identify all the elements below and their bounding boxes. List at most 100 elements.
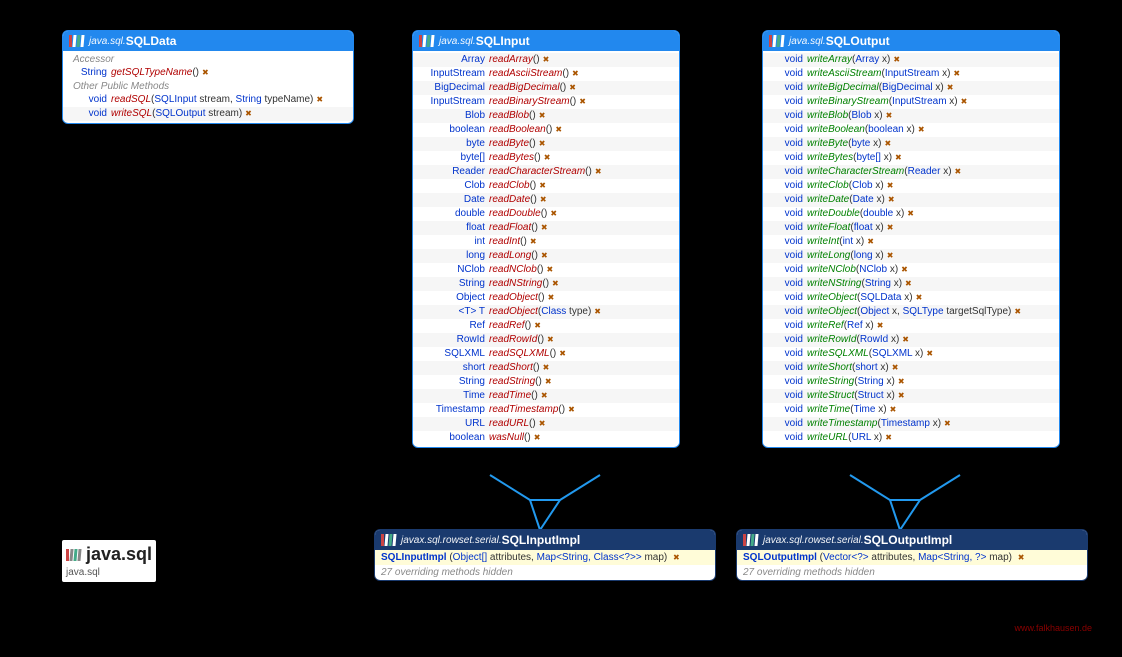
method-row: voidwriteBlob (Blob x)✖ xyxy=(763,109,1059,123)
method-name: readBigDecimal xyxy=(489,82,560,94)
method-params: () xyxy=(542,278,549,290)
method-params: () xyxy=(570,96,577,108)
throws-icon: ✖ xyxy=(539,181,546,191)
throws-icon: ✖ xyxy=(543,55,550,65)
method-params: () xyxy=(535,376,542,388)
hidden-methods-note: 27 overriding methods hidden xyxy=(375,565,715,580)
method-name: wasNull xyxy=(489,432,524,444)
method-params: (String x) xyxy=(861,278,902,290)
method-row: StringreadNString ()✖ xyxy=(413,277,679,291)
return-type: RowId xyxy=(417,334,489,346)
class-box-sqldata: java.sql. SQLData Accessor String getSQL… xyxy=(62,30,354,124)
return-type: byte[] xyxy=(417,152,489,164)
method-row: voidwriteLong (long x)✖ xyxy=(763,249,1059,263)
method-params: (SQLOutput stream) xyxy=(152,108,242,120)
method-name: readBoolean xyxy=(489,124,546,136)
method-params: (Timestamp x) xyxy=(877,418,941,430)
method-row: InputStreamreadBinaryStream ()✖ xyxy=(413,95,679,109)
method-name: readTimestamp xyxy=(489,404,558,416)
method-row: StringreadString ()✖ xyxy=(413,375,679,389)
method-params: () xyxy=(529,138,536,150)
throws-icon: ✖ xyxy=(544,153,551,163)
method-params: () xyxy=(537,334,544,346)
return-type: Time xyxy=(417,390,489,402)
method-params: () xyxy=(558,404,565,416)
class-name: SQLInputImpl xyxy=(502,533,581,547)
class-body: ArrayreadArray ()✖InputStreamreadAsciiSt… xyxy=(413,51,679,447)
method-row: TimereadTime ()✖ xyxy=(413,389,679,403)
return-type: void xyxy=(767,194,807,206)
method-params: (double x) xyxy=(860,208,904,220)
books-icon xyxy=(69,35,85,47)
method-row: voidwriteObject (Object x, SQLType targe… xyxy=(763,305,1059,319)
throws-icon: ✖ xyxy=(543,363,550,373)
return-type: void xyxy=(67,108,111,120)
method-params: (SQLData x) xyxy=(857,292,913,304)
method-name: readArray xyxy=(489,54,533,66)
return-type: void xyxy=(767,68,807,80)
return-type: void xyxy=(767,138,807,150)
method-row: intreadInt ()✖ xyxy=(413,235,679,249)
method-name: writeURL xyxy=(807,432,848,444)
class-header: java.sql. SQLOutput xyxy=(763,31,1059,51)
constructor-name: SQLInputImpl xyxy=(381,552,447,563)
method-params: () xyxy=(525,320,532,332)
method-params: () xyxy=(531,250,538,262)
return-type: boolean xyxy=(417,432,489,444)
return-type: Clob xyxy=(417,180,489,192)
method-row: URLreadURL ()✖ xyxy=(413,417,679,431)
throws-icon: ✖ xyxy=(884,139,891,149)
throws-icon: ✖ xyxy=(539,419,546,429)
method-params: () xyxy=(530,180,537,192)
method-row: voidwriteClob (Clob x)✖ xyxy=(763,179,1059,193)
method-row: voidwriteDate (Date x)✖ xyxy=(763,193,1059,207)
method-row: <T> TreadObject (Class type)✖ xyxy=(413,305,679,319)
throws-icon: ✖ xyxy=(893,55,900,65)
method-params: (Blob x) xyxy=(848,110,882,122)
method-row: voidwriteShort (short x)✖ xyxy=(763,361,1059,375)
method-row: shortreadShort ()✖ xyxy=(413,361,679,375)
method-params: (Ref x) xyxy=(844,320,874,332)
return-type: void xyxy=(767,236,807,248)
return-type: Object xyxy=(417,292,489,304)
method-name: writeDouble xyxy=(807,208,860,220)
method-row: ReaderreadCharacterStream ()✖ xyxy=(413,165,679,179)
method-row: ClobreadClob ()✖ xyxy=(413,179,679,193)
class-name: SQLOutputImpl xyxy=(864,533,953,547)
throws-icon: ✖ xyxy=(961,97,968,107)
method-row: voidwriteArray (Array x)✖ xyxy=(763,53,1059,67)
throws-icon: ✖ xyxy=(867,237,874,247)
pkg-text: javax.sql.rowset.serial. xyxy=(401,535,502,546)
throws-icon: ✖ xyxy=(918,125,925,135)
method-name: readSQL xyxy=(111,94,151,106)
method-name: readBlob xyxy=(489,110,529,122)
throws-icon: ✖ xyxy=(530,237,537,247)
method-name: readObject xyxy=(489,306,538,318)
class-name: SQLInput xyxy=(476,34,530,48)
method-row: ObjectreadObject ()✖ xyxy=(413,291,679,305)
class-name: SQLOutput xyxy=(826,34,890,48)
method-params: () xyxy=(546,124,553,136)
return-type: void xyxy=(767,320,807,332)
throws-icon: ✖ xyxy=(905,279,912,289)
throws-icon: ✖ xyxy=(568,405,575,415)
throws-icon: ✖ xyxy=(559,349,566,359)
method-name: writeBytes xyxy=(807,152,853,164)
method-params: () xyxy=(538,292,545,304)
return-type: boolean xyxy=(417,124,489,136)
method-row: voidwriteObject (SQLData x)✖ xyxy=(763,291,1059,305)
return-type: void xyxy=(767,82,807,94)
watermark: www.falkhausen.de xyxy=(1014,623,1092,633)
return-type: void xyxy=(767,292,807,304)
method-name: writeShort xyxy=(807,362,852,374)
method-row: RowIdreadRowId ()✖ xyxy=(413,333,679,347)
method-row: voidwriteBigDecimal (BigDecimal x)✖ xyxy=(763,81,1059,95)
throws-icon: ✖ xyxy=(901,265,908,275)
constructor-params: (Vector<?> attributes, Map<String, ?> ma… xyxy=(820,552,1012,563)
throws-icon: ✖ xyxy=(926,349,933,359)
throws-icon: ✖ xyxy=(541,251,548,261)
return-type: void xyxy=(767,110,807,122)
method-name: readFloat xyxy=(489,222,531,234)
method-params: (int x) xyxy=(839,236,864,248)
return-type: void xyxy=(767,124,807,136)
